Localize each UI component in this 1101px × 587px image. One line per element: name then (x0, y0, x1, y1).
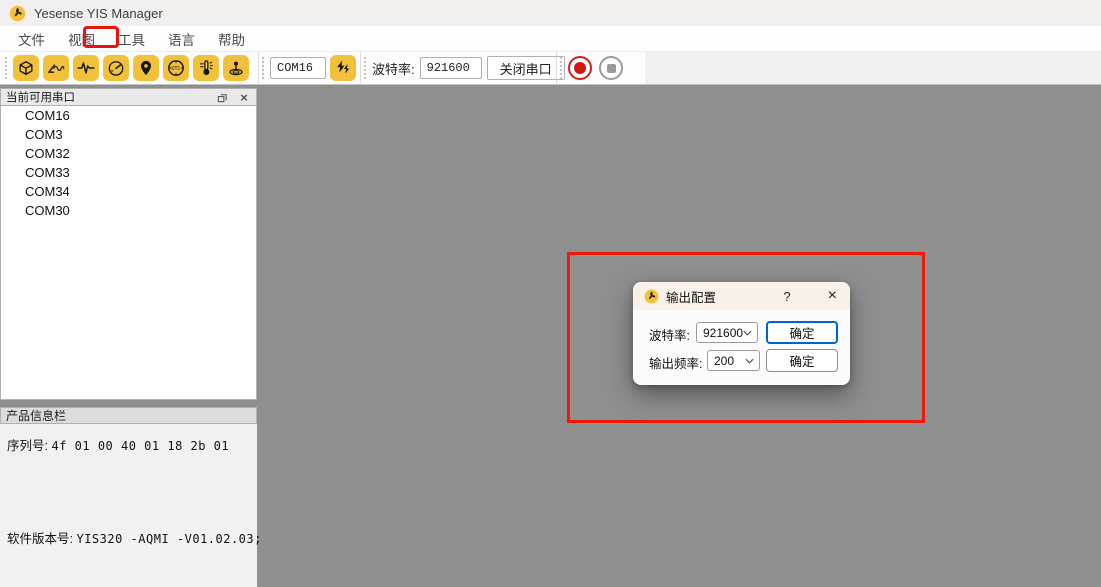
close-panel-icon[interactable]: × (236, 90, 252, 104)
app-window: Yesense YIS Manager 文件 视图 工具 语言 帮助 (0, 0, 1101, 587)
baud-confirm-button[interactable]: 确定 (766, 321, 838, 344)
dialog-close-icon[interactable]: × (825, 288, 840, 304)
baud-rate-row: 波特率: 921600 确定 (633, 322, 850, 344)
toolbar-group-record (556, 52, 630, 84)
chevron-down-icon (319, 65, 320, 71)
svg-text:UTC: UTC (171, 66, 180, 72)
serial-number-label: 序列号: (7, 439, 48, 453)
record-button[interactable] (568, 56, 592, 80)
baud-rate-select[interactable]: 921600 (420, 57, 482, 79)
serial-ports-panel: 当前可用串口 × COM16 COM3 COM32 COM33 COM34 CO… (0, 88, 257, 587)
temperature-icon[interactable] (193, 55, 219, 81)
toolbar-grip[interactable] (363, 57, 367, 79)
software-version-value: YIS320 -AQMI -V01.02.03; (76, 532, 261, 546)
location-icon[interactable] (133, 55, 159, 81)
dialog-freq-select[interactable]: 200 (707, 350, 760, 371)
list-item-port[interactable]: COM3 (1, 125, 256, 144)
stop-icon (607, 64, 616, 73)
refresh-ports-icon[interactable] (330, 55, 356, 81)
software-version-label: 软件版本号: (7, 532, 73, 546)
dialog-logo-icon (644, 289, 659, 304)
raw-wave-icon[interactable] (73, 55, 99, 81)
list-item-port[interactable]: COM32 (1, 144, 256, 163)
toolbar-group-port: COM16 (258, 52, 360, 84)
toolbar-group-baud: 波特率: 921600 关闭串口 (360, 52, 565, 84)
cube-3d-icon[interactable] (13, 55, 39, 81)
dialog-help-button[interactable]: ? (779, 289, 794, 304)
toolbar-group-views: UTC (2, 52, 253, 84)
toolbar-grip[interactable] (559, 57, 563, 79)
menu-language[interactable]: 语言 (160, 26, 203, 52)
ports-panel-title: 当前可用串口 (6, 89, 208, 105)
list-item-port[interactable]: COM16 (1, 106, 256, 125)
dialog-freq-label: 输出频率: (649, 353, 702, 372)
dialog-title-bar[interactable]: 输出配置 ? × (633, 282, 850, 310)
list-item-port[interactable]: COM34 (1, 182, 256, 201)
output-rate-row: 输出频率: 200 确定 (633, 350, 850, 372)
attitude-wave-icon[interactable] (43, 55, 69, 81)
toolbar: UTC COM16 (0, 52, 1101, 85)
port-list: COM16 COM3 COM32 COM33 COM34 COM30 (0, 106, 257, 400)
record-icon (574, 62, 586, 74)
gauge-icon[interactable] (103, 55, 129, 81)
stop-button[interactable] (599, 56, 623, 80)
app-logo-icon (9, 5, 26, 22)
toolbar-grip[interactable] (4, 57, 8, 79)
serial-number-value: 4f 01 00 40 01 18 2b 01 (51, 439, 229, 453)
toolbar-grip[interactable] (261, 57, 265, 79)
freq-confirm-button[interactable]: 确定 (766, 349, 838, 372)
menu-view[interactable]: 视图 (60, 26, 103, 52)
chevron-down-icon (745, 358, 754, 364)
dialog-baud-label: 波特率: (649, 325, 690, 344)
close-serial-port-button[interactable]: 关闭串口 (487, 56, 565, 80)
list-item-port[interactable]: COM33 (1, 163, 256, 182)
dialog-baud-select[interactable]: 921600 (696, 322, 758, 343)
output-config-dialog: 输出配置 ? × 波特率: 921600 确定 输出频率: 200 确定 (633, 282, 850, 385)
product-info-title: 产品信息栏 (6, 407, 66, 424)
utc-clock-icon[interactable]: UTC (163, 55, 189, 81)
menu-bar: 文件 视图 工具 语言 帮助 (0, 26, 1101, 52)
software-version-row: 软件版本号: YIS320 -AQMI -V01.02.03; (7, 528, 262, 547)
product-info-body: 序列号: 4f 01 00 40 01 18 2b 01 软件版本号: YIS3… (0, 424, 257, 587)
product-info-header: 产品信息栏 (0, 407, 257, 424)
menu-tools[interactable]: 工具 (110, 26, 153, 52)
baud-rate-label: 波特率: (372, 59, 415, 78)
list-item-port[interactable]: COM30 (1, 201, 256, 220)
title-bar: Yesense YIS Manager (0, 0, 1101, 26)
serial-number-row: 序列号: 4f 01 00 40 01 18 2b 01 (7, 435, 229, 454)
pressure-icon[interactable] (223, 55, 249, 81)
menu-file[interactable]: 文件 (10, 26, 53, 52)
chevron-down-icon (743, 330, 752, 336)
port-select[interactable]: COM16 (270, 57, 326, 79)
menu-help[interactable]: 帮助 (210, 26, 253, 52)
ports-panel-header: 当前可用串口 × (0, 88, 257, 106)
dialog-title: 输出配置 (666, 287, 779, 306)
window-title: Yesense YIS Manager (34, 6, 163, 21)
float-panel-icon[interactable] (214, 90, 230, 104)
